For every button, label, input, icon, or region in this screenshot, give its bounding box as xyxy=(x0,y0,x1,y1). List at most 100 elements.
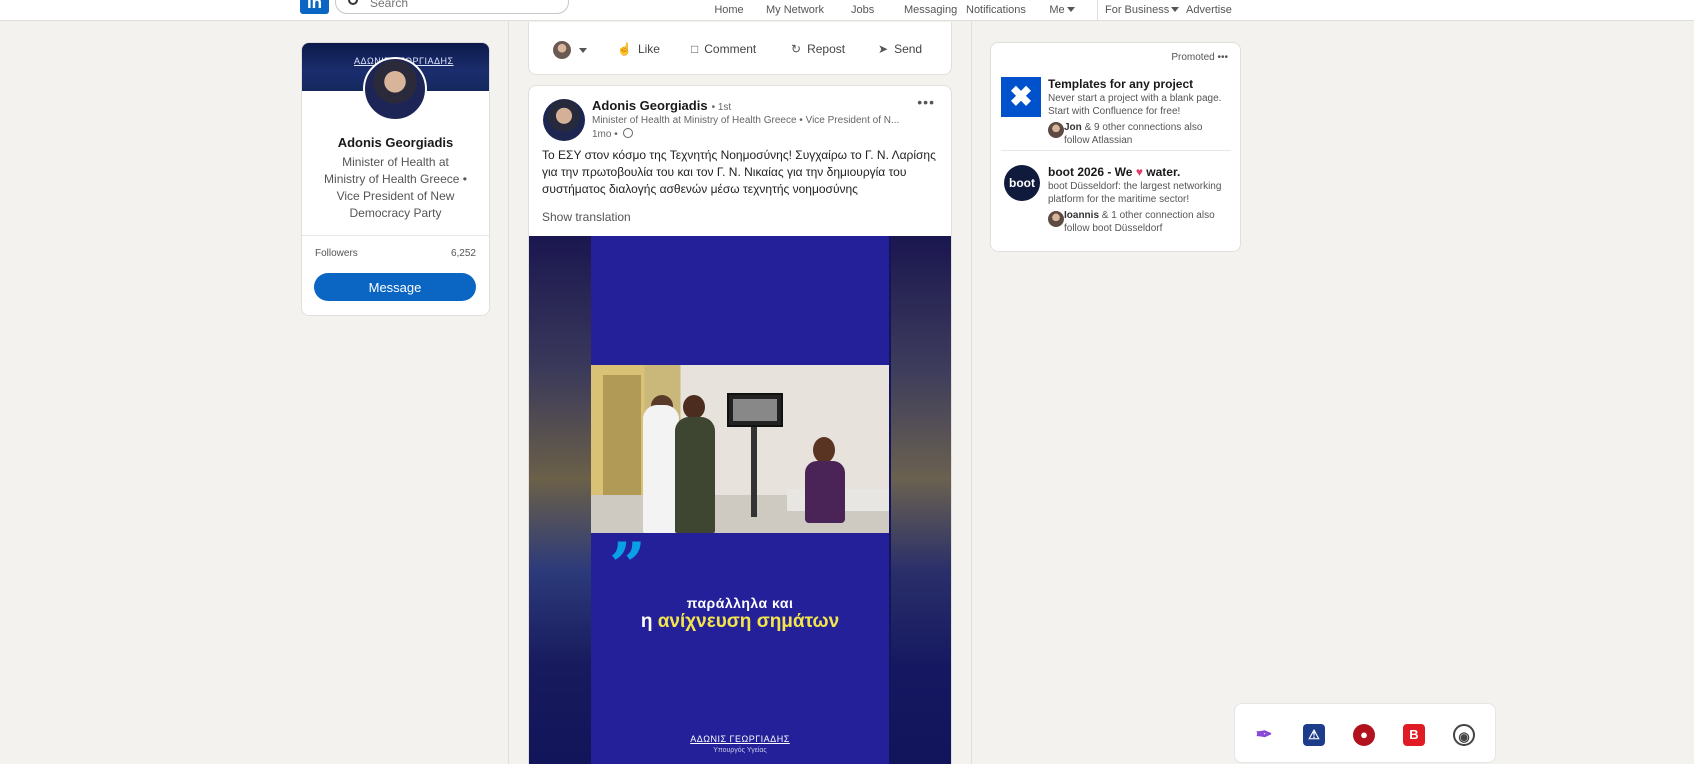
repost-button[interactable]: ↻ Repost xyxy=(791,42,845,56)
more-options-icon[interactable]: ••• xyxy=(1217,52,1228,63)
nav-advertise-label: Advertise xyxy=(1186,4,1232,16)
connection-text: & 9 other connections also follow Atlass… xyxy=(1064,122,1203,146)
promoted-card: Promoted ••• ✖ Templates for any project… xyxy=(990,42,1241,252)
boot-logo-icon: boot xyxy=(1004,165,1040,201)
post-time-text: 1mo • xyxy=(592,129,618,140)
nav-network-label: My Network xyxy=(766,4,825,16)
post-video[interactable]: ” παράλληλα και η ανίχνευση σημάτων ΑΔΩΝ… xyxy=(529,236,951,764)
profile-card: ΑΔΩΝΙΣ ΓΕΩΡΓΙΑΔΗΣ Adonis Georgiadis Mini… xyxy=(301,42,490,316)
promoted-header: Promoted ••• xyxy=(1171,52,1228,63)
ad-title[interactable]: Templates for any project xyxy=(1048,77,1193,91)
connection-name: Ioannis xyxy=(1064,210,1100,221)
caption-prefix: η xyxy=(640,611,653,632)
search-input[interactable] xyxy=(370,0,560,13)
post-action-bar: ☝ Like □ Comment ↻ Repost ➤ Send xyxy=(528,22,952,75)
ad-title-prefix: boot 2026 - We xyxy=(1048,165,1133,179)
post-time: 1mo • xyxy=(592,128,633,140)
avatar xyxy=(1048,122,1064,138)
followers-label: Followers xyxy=(315,248,358,259)
like-button[interactable]: ☝ Like xyxy=(617,42,660,56)
feed-post: Adonis Georgiadis • 1st Minister of Healt… xyxy=(528,85,952,764)
nav-messaging-label: Messaging xyxy=(904,4,958,16)
send-button[interactable]: ➤ Send xyxy=(878,42,922,56)
video-caption-line1: παράλληλα και xyxy=(686,595,794,611)
author-avatar[interactable] xyxy=(543,99,585,141)
column-divider xyxy=(508,21,509,764)
video-blur-left xyxy=(529,236,591,764)
show-translation-link[interactable]: Show translation xyxy=(542,210,631,224)
nav-notifications-label: Notifications xyxy=(966,4,1026,16)
chevron-down-icon[interactable] xyxy=(579,48,587,53)
podcast-icon[interactable]: ◉ xyxy=(1453,724,1475,746)
author-headline: Minister of Health at Ministry of Health… xyxy=(592,115,900,126)
profile-name[interactable]: Adonis Georgiadis xyxy=(302,135,489,150)
send-label: Send xyxy=(894,42,923,56)
connection-degree: • 1st xyxy=(711,102,732,113)
caption-highlight: ανίχνευση σημάτων xyxy=(657,611,840,632)
feather-icon[interactable]: ✒ xyxy=(1253,724,1275,746)
nav-my-network[interactable]: My Network xyxy=(766,0,824,21)
confluence-logo-icon: ✖ xyxy=(1001,77,1041,117)
promoted-label: Promoted xyxy=(1171,52,1215,63)
nav-advertise[interactable]: Advertise xyxy=(1186,0,1232,21)
pinterest-extension-icon[interactable]: ● xyxy=(1353,724,1375,746)
divider xyxy=(1001,150,1231,151)
profile-headline: Minister of Health at Ministry of Health… xyxy=(324,155,467,220)
send-icon: ➤ xyxy=(878,42,889,56)
search-box[interactable] xyxy=(335,0,569,14)
video-blur-right xyxy=(891,236,951,764)
author-name-text: Adonis Georgiadis xyxy=(592,98,708,113)
ad-title-suffix: water. xyxy=(1146,165,1181,179)
ad-title[interactable]: boot 2026 - We ♥ water. xyxy=(1048,165,1180,179)
thumbs-up-icon: ☝ xyxy=(617,42,632,56)
nav-business-label: For Business xyxy=(1105,4,1170,16)
privacy-extension-icon[interactable]: ⚠ xyxy=(1303,724,1325,746)
top-nav: in Home My Network Jobs Messaging Notifi… xyxy=(0,0,1694,21)
search-icon xyxy=(348,0,358,5)
message-button[interactable]: Message xyxy=(314,273,476,301)
chevron-down-icon xyxy=(1066,7,1075,12)
linkedin-logo-icon[interactable]: in xyxy=(300,0,329,14)
b-extension-icon[interactable]: B xyxy=(1403,724,1425,746)
nav-me[interactable]: Me xyxy=(1047,0,1077,21)
nav-home[interactable]: Home xyxy=(714,0,744,21)
ad-body: boot Düsseldorf: the largest networking … xyxy=(1048,181,1222,205)
nav-jobs-label: Jobs xyxy=(851,4,875,16)
quote-icon: ” xyxy=(609,529,646,604)
avatar[interactable] xyxy=(363,57,427,121)
video-signature: ΑΔΩΝΙΣ ΓΕΩΡΓΙΑΔΗΣ xyxy=(690,734,790,744)
avatar[interactable] xyxy=(553,41,571,59)
like-label: Like xyxy=(637,42,660,56)
heart-icon: ♥ xyxy=(1135,165,1143,179)
video-scene-image xyxy=(591,365,889,533)
comment-icon: □ xyxy=(691,42,699,56)
connection-name: Jon xyxy=(1064,122,1082,133)
comment-label: Comment xyxy=(704,42,757,56)
nav-home-label: Home xyxy=(714,4,744,16)
followers-count: 6,252 xyxy=(450,248,476,259)
globe-icon xyxy=(622,128,633,138)
author-name[interactable]: Adonis Georgiadis • 1st xyxy=(592,98,731,113)
nav-for-business[interactable]: For Business xyxy=(1105,0,1180,21)
nav-divider xyxy=(1097,0,1098,20)
ad-connections: Ioannis & 1 other connection also follow… xyxy=(1064,209,1229,235)
avatar xyxy=(1048,211,1064,227)
nav-messaging[interactable]: Messaging xyxy=(904,0,958,21)
chevron-down-icon xyxy=(1171,7,1180,12)
divider xyxy=(302,235,489,236)
nav-notifications[interactable]: Notifications xyxy=(966,0,1026,21)
comment-button[interactable]: □ Comment xyxy=(691,42,756,56)
ad-body: Never start a project with a blank page.… xyxy=(1048,93,1222,117)
nav-jobs[interactable]: Jobs xyxy=(851,0,875,21)
ad-item[interactable]: boot boot 2026 - We ♥ water. boot Düssel… xyxy=(1001,165,1231,235)
more-options-icon[interactable]: ••• xyxy=(917,94,935,110)
ad-connections: Jon & 9 other connections also follow At… xyxy=(1064,121,1229,147)
video-signature-title: Υπουργός Υγείας xyxy=(713,747,767,754)
repost-label: Repost xyxy=(807,42,846,56)
column-divider xyxy=(971,21,972,764)
ad-item[interactable]: ✖ Templates for any project Never start … xyxy=(1001,77,1231,147)
nav-me-label: Me xyxy=(1049,4,1065,16)
repost-icon: ↻ xyxy=(791,42,802,56)
extension-tray: ✒ ⚠ ● B ◉ xyxy=(1234,703,1496,763)
post-text: Το ΕΣΥ στον κόσμο της Τεχνητής Νοημοσύνη… xyxy=(542,148,936,196)
